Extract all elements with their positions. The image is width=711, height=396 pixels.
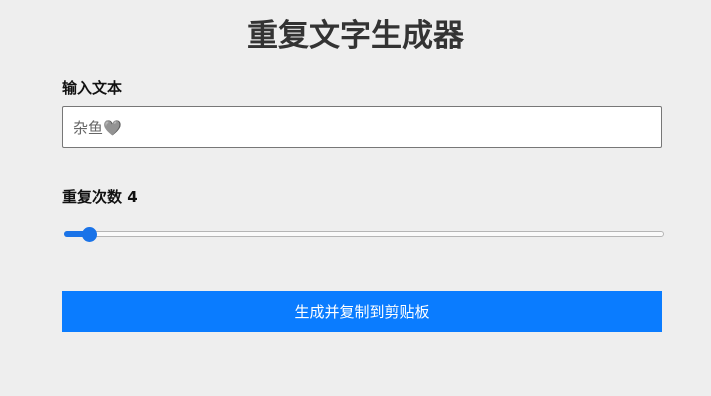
page: 重复文字生成器 输入文本 重复次数 4 生成并复制到剪贴板 xyxy=(0,0,711,396)
text-input[interactable] xyxy=(62,106,662,148)
text-input-label: 输入文本 xyxy=(62,78,122,98)
repeat-count-value: 4 xyxy=(127,188,138,206)
repeat-count-label-text: 重复次数 xyxy=(62,188,123,206)
slider-thumb[interactable] xyxy=(81,227,97,242)
generate-copy-button[interactable]: 生成并复制到剪贴板 xyxy=(62,291,662,332)
page-title: 重复文字生成器 xyxy=(247,18,464,54)
slider-track xyxy=(64,231,664,237)
repeat-count-slider[interactable] xyxy=(62,224,664,246)
text-input-label-text: 输入文本 xyxy=(62,79,123,97)
repeat-count-label: 重复次数 4 xyxy=(62,187,138,207)
